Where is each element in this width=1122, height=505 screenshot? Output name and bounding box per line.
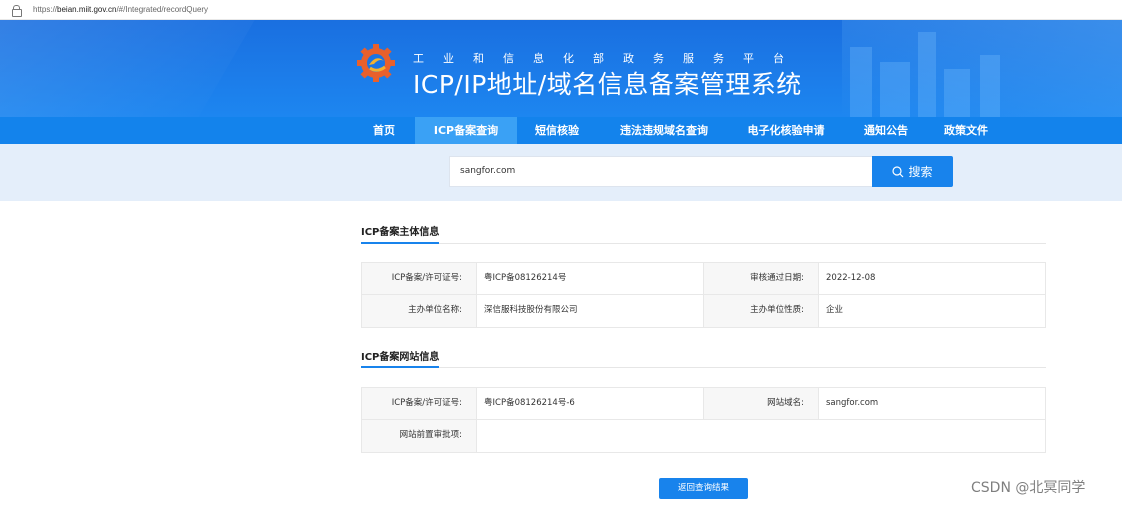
search-icon (892, 165, 904, 177)
row-label: 网站前置审批项: (362, 420, 477, 452)
nav-item-sms-verify[interactable]: 短信核验 (527, 117, 587, 144)
row-label: 主办单位性质: (704, 295, 819, 327)
row-label: ICP备案/许可证号: (362, 263, 477, 294)
section-title-website-info: ICP备案网站信息 (361, 352, 440, 363)
nav-item-home[interactable]: 首页 (362, 117, 406, 144)
search-button-label: 搜索 (908, 165, 933, 179)
table-row: 网站前置审批项: (362, 420, 1045, 452)
row-value: 深信服科技股份有限公司 (477, 295, 704, 327)
nav-item-notices[interactable]: 通知公告 (856, 117, 916, 144)
table-row: ICP备案/许可证号: 粤ICP备08126214号 审核通过日期: 2022-… (362, 263, 1045, 295)
header-subtitle: 工业和信息化部政务服务平台 (413, 52, 803, 65)
section-divider (361, 243, 1046, 244)
section-title-underline (361, 242, 439, 244)
nav-item-illegal-domain-query[interactable]: 违法违规域名查询 (610, 117, 718, 144)
row-label: 网站域名: (704, 388, 819, 419)
browser-address-bar[interactable]: https://beian.miit.gov.cn/#/Integrated/r… (0, 0, 1122, 20)
row-value: 粤ICP备08126214号-6 (477, 388, 704, 419)
header-title: ICP/IP地址/域名信息备案管理系统 (413, 70, 802, 99)
watermark-text: CSDN @北冥同学 (971, 480, 1086, 496)
section-divider (361, 367, 1046, 368)
url-text[interactable]: https://beian.miit.gov.cn/#/Integrated/r… (33, 5, 208, 14)
lock-icon (12, 4, 22, 17)
row-label: ICP备案/许可证号: (362, 388, 477, 419)
row-value: 2022-12-08 (826, 273, 876, 283)
section-title-underline (361, 366, 439, 368)
row-value: 企业 (826, 305, 844, 315)
row-value: 粤ICP备08126214号 (477, 263, 704, 294)
section-title-subject-info: ICP备案主体信息 (361, 227, 440, 238)
nav-item-icp-query[interactable]: ICP备案查询 (415, 117, 517, 144)
subject-info-table: ICP备案/许可证号: 粤ICP备08126214号 审核通过日期: 2022-… (361, 262, 1046, 328)
site-banner: 工业和信息化部政务服务平台 ICP/IP地址/域名信息备案管理系统 (0, 20, 1122, 117)
table-row: ICP备案/许可证号: 粤ICP备08126214号-6 网站域名: sangf… (362, 388, 1045, 420)
table-row: 主办单位名称: 深信服科技股份有限公司 主办单位性质: 企业 (362, 295, 1045, 327)
search-input[interactable]: sangfor.com (449, 156, 873, 187)
website-info-table: ICP备案/许可证号: 粤ICP备08126214号-6 网站域名: sangf… (361, 387, 1046, 453)
search-bar: sangfor.com 搜索 (0, 144, 1122, 201)
row-label: 主办单位名称: (362, 295, 477, 327)
gear-logo-icon (357, 44, 395, 82)
nav-item-e-verify-apply[interactable]: 电子化核验申请 (738, 117, 834, 144)
main-nav: 首页 ICP备案查询 短信核验 违法违规域名查询 电子化核验申请 通知公告 政策… (0, 117, 1122, 144)
search-button[interactable]: 搜索 (872, 156, 953, 187)
nav-item-policy-docs[interactable]: 政策文件 (936, 117, 996, 144)
back-to-results-button[interactable]: 返回查询结果 (659, 478, 748, 499)
row-label: 审核通过日期: (704, 263, 819, 294)
row-value (477, 420, 1045, 452)
row-value: sangfor.com (826, 398, 879, 408)
